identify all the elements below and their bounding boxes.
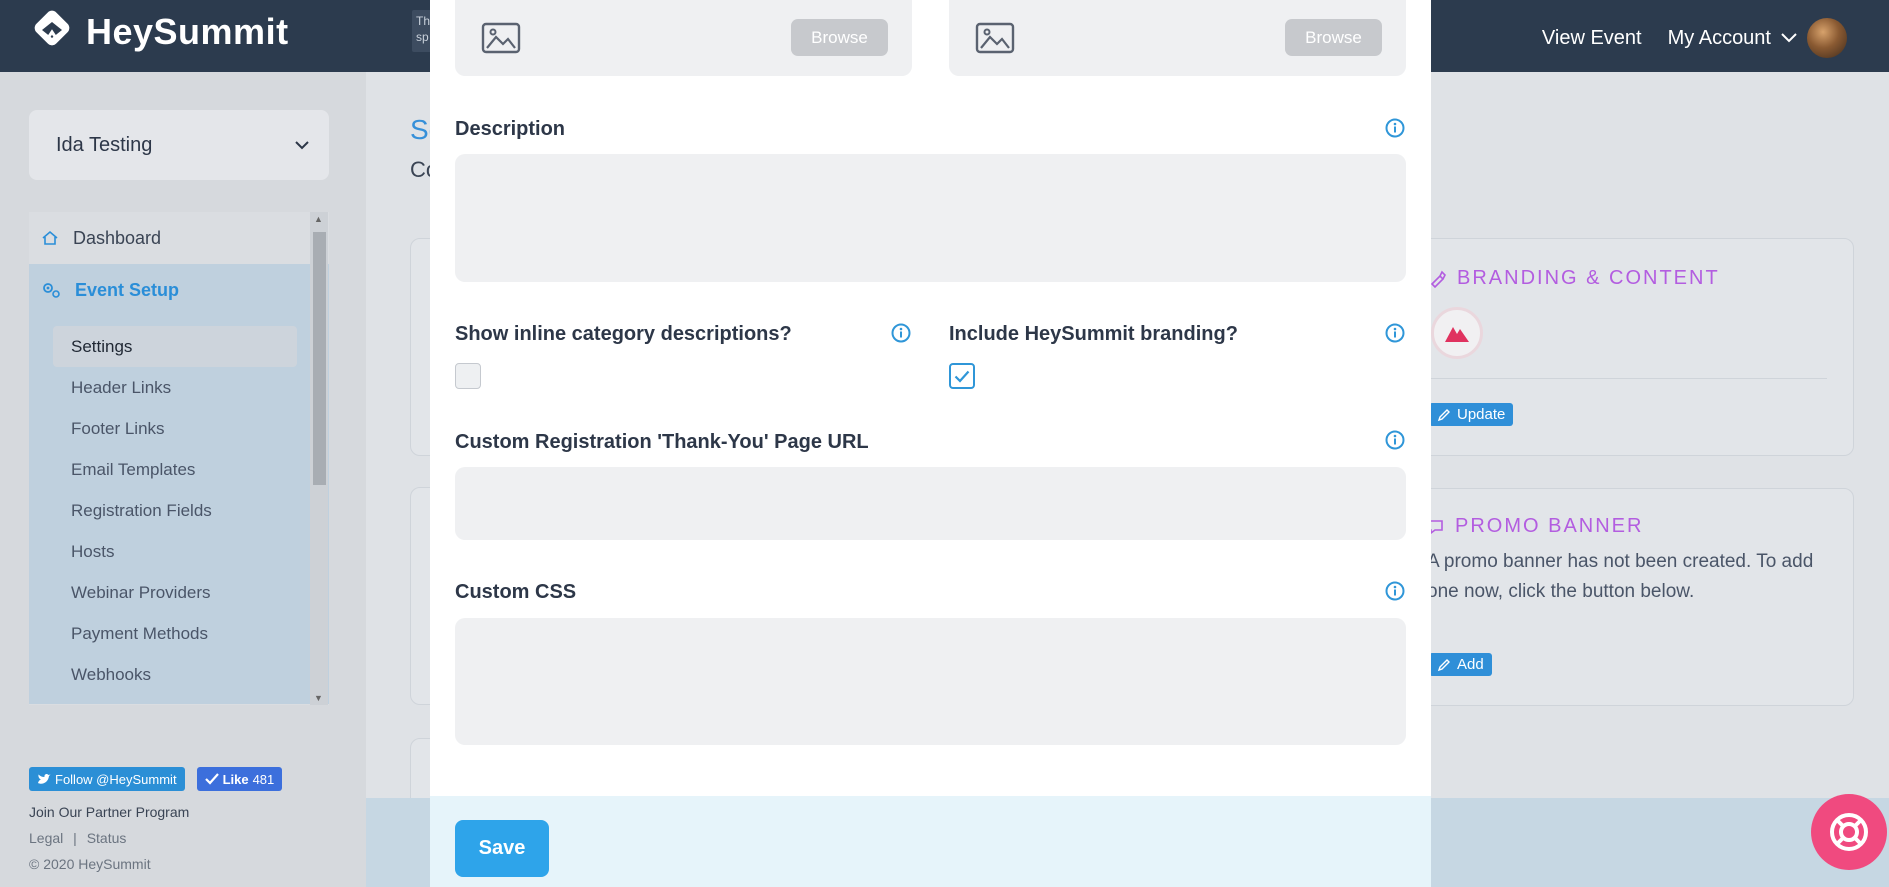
- inline-category-checkbox[interactable]: [455, 363, 481, 389]
- info-icon[interactable]: [1385, 581, 1405, 601]
- image-icon: [975, 22, 1015, 54]
- image-upload-left[interactable]: Browse: [455, 0, 912, 76]
- checkmark-icon: [954, 370, 970, 383]
- info-icon[interactable]: [1385, 323, 1405, 343]
- browse-button[interactable]: Browse: [791, 19, 888, 56]
- image-icon: [481, 22, 521, 54]
- thankyou-url-input[interactable]: [455, 467, 1406, 540]
- save-button[interactable]: Save: [455, 820, 549, 877]
- modal-footer: Save: [430, 796, 1431, 887]
- settings-modal: Browse Browse Description Show inline ca…: [430, 0, 1431, 887]
- heysummit-branding-label: Include HeySummit branding?: [949, 323, 1238, 345]
- browse-button[interactable]: Browse: [1285, 19, 1382, 56]
- description-label: Description: [455, 118, 566, 140]
- info-icon[interactable]: [1385, 430, 1405, 450]
- heysummit-branding-checkbox[interactable]: [949, 363, 975, 389]
- thankyou-url-label: Custom Registration 'Thank-You' Page URL: [455, 431, 869, 453]
- inline-category-label: Show inline category descriptions?: [455, 323, 792, 345]
- custom-css-label: Custom CSS: [455, 581, 577, 603]
- image-upload-right[interactable]: Browse: [949, 0, 1406, 76]
- custom-css-field[interactable]: [455, 618, 1406, 745]
- info-icon[interactable]: [1385, 118, 1405, 138]
- info-icon[interactable]: [891, 323, 911, 343]
- description-field[interactable]: [455, 154, 1406, 282]
